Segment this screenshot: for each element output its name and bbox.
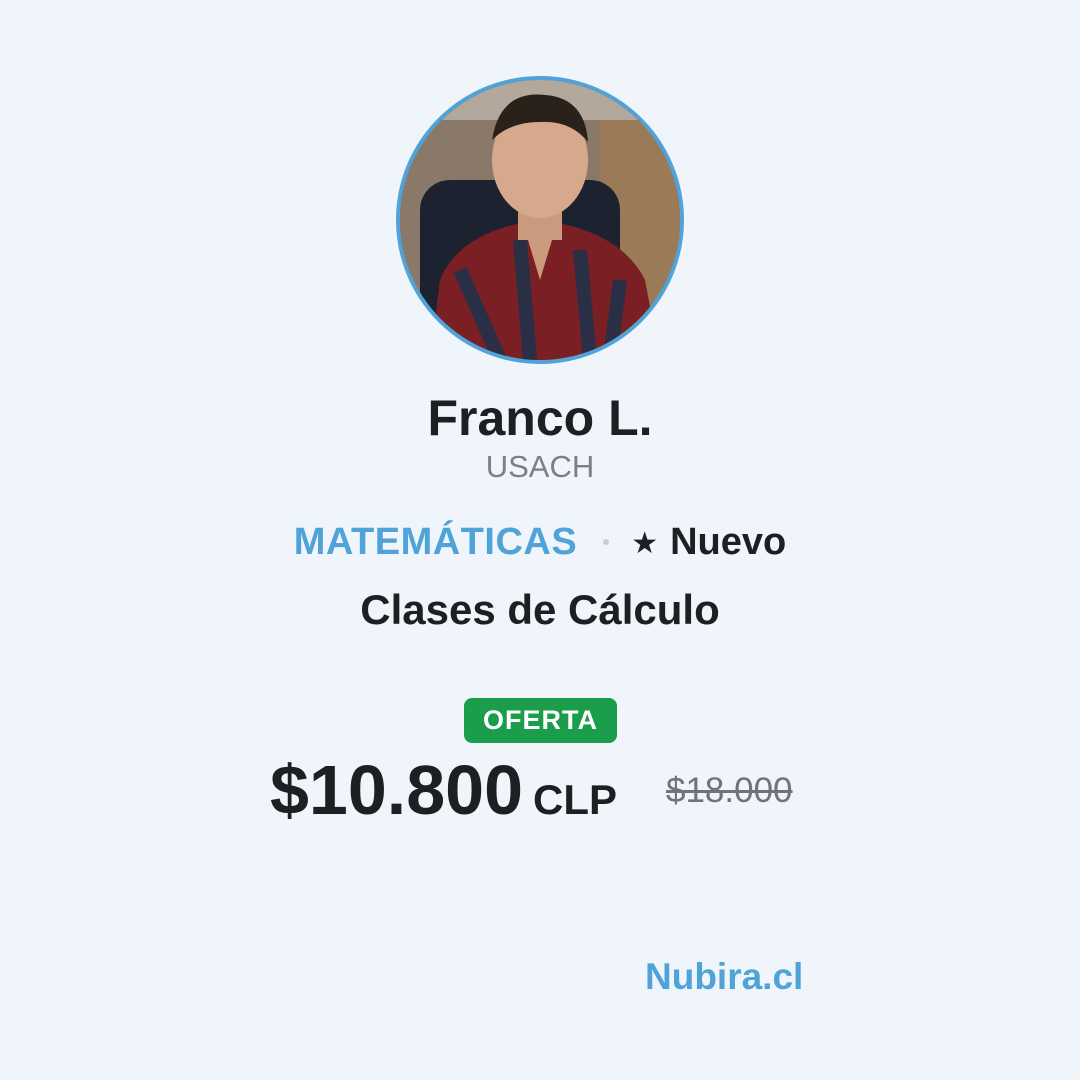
tutor-name: Franco L. bbox=[427, 390, 653, 446]
status-label: Nuevo bbox=[670, 520, 787, 563]
price: $10.800 CLP bbox=[270, 748, 617, 832]
price-amount: $10.800 bbox=[270, 751, 524, 829]
brand-logo[interactable]: Nubira.cl bbox=[645, 955, 803, 999]
tutor-university: USACH bbox=[485, 449, 595, 484]
offer-badge: OFERTA bbox=[464, 698, 617, 743]
tutor-avatar bbox=[396, 76, 684, 364]
subject-label: MATEMÁTICAS bbox=[293, 520, 578, 563]
course-title: Clases de Cálculo bbox=[360, 586, 720, 633]
avatar-photo bbox=[400, 80, 680, 360]
separator-dot bbox=[603, 539, 610, 545]
star-icon: ★ bbox=[631, 527, 659, 560]
course-meta-row: MATEMÁTICAS ★ Nuevo bbox=[0, 518, 1080, 566]
original-price: $18.000 bbox=[666, 771, 793, 810]
price-currency: CLP bbox=[533, 776, 618, 823]
